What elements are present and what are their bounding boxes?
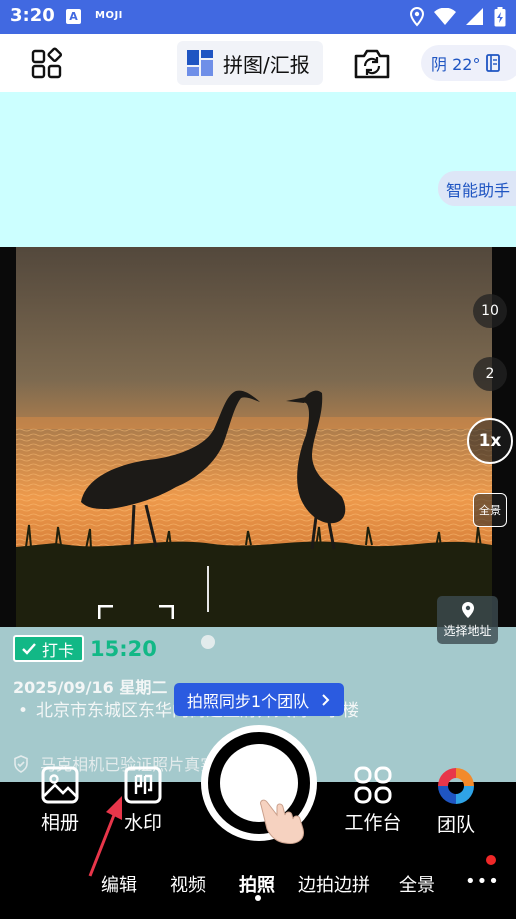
zoom-10x-button[interactable]: 10 xyxy=(473,294,507,328)
zoom-2x-button[interactable]: 2 xyxy=(473,357,507,391)
team-icon xyxy=(438,768,474,804)
team-sync-label: 拍照同步1个团队 xyxy=(186,691,310,711)
more-modes-button[interactable]: ••• xyxy=(465,871,500,892)
camera-screen: 3:20 A MOJI 拼图/汇报 阴 22° 智能助手 10 2 1x 全景 … xyxy=(0,0,516,919)
crane-photo xyxy=(16,247,492,627)
check-icon xyxy=(22,642,36,655)
mode-edit[interactable]: 编辑 xyxy=(101,871,137,897)
collage-report-label: 拼图/汇报 xyxy=(223,52,310,77)
cell-signal-icon xyxy=(466,8,483,25)
active-mode-indicator xyxy=(255,895,261,901)
watermark-checkin[interactable]: 打卡 15:20 xyxy=(13,634,157,663)
chevron-right-icon xyxy=(322,693,330,706)
mode-video[interactable]: 视频 xyxy=(170,871,206,897)
app-a-notification-icon: A xyxy=(66,9,81,24)
watermark-time: 15:20 xyxy=(90,636,157,661)
battery-charging-icon xyxy=(494,7,506,27)
location-pin-icon xyxy=(461,602,474,618)
album-label: 相册 xyxy=(40,812,79,834)
workbench-label: 工作台 xyxy=(344,812,402,834)
collage-icon xyxy=(187,50,213,76)
team-label: 团队 xyxy=(436,814,475,836)
workbench-icon xyxy=(354,766,392,804)
tap-hand-icon xyxy=(260,799,304,844)
collage-report-button[interactable]: 拼图/汇报 xyxy=(177,41,323,85)
camera-viewport[interactable]: 10 2 xyxy=(0,247,516,627)
mode-shoot-and-stitch[interactable]: 边拍边拼 xyxy=(298,871,370,897)
wifi-icon xyxy=(434,8,456,25)
select-location-label: 选择地址 xyxy=(443,624,492,638)
status-time: 3:20 xyxy=(10,5,55,26)
smart-assistant-button[interactable]: 智能助手 xyxy=(438,171,516,206)
notification-dot xyxy=(486,855,496,865)
focus-line xyxy=(207,566,209,612)
zoom-1x-button[interactable]: 1x xyxy=(467,418,513,464)
preview-top-area xyxy=(0,92,516,247)
notebook-icon xyxy=(486,54,501,72)
weather-button[interactable]: 阴 22° xyxy=(421,45,516,81)
exposure-dot xyxy=(201,635,215,649)
switch-camera-icon[interactable] xyxy=(352,47,392,81)
select-location-button[interactable]: 选择地址 xyxy=(437,596,498,644)
zoom-panorama-button[interactable]: 全景 xyxy=(473,493,507,527)
album-icon xyxy=(41,766,79,804)
status-bar: 3:20 A MOJI xyxy=(0,0,516,34)
location-status-icon xyxy=(410,7,424,27)
workbench-button[interactable]: 工作台 xyxy=(338,766,408,838)
watermark-date: 2025/09/16 星期二 xyxy=(13,678,168,697)
moji-notification-icon: MOJI xyxy=(95,10,123,21)
top-toolbar: 拼图/汇报 阴 22° xyxy=(0,34,516,92)
team-button[interactable]: 团队 xyxy=(421,766,491,838)
album-button[interactable]: 相册 xyxy=(25,766,95,838)
status-icons xyxy=(410,7,506,27)
address-bullet: • xyxy=(18,701,29,721)
team-sync-button[interactable]: 拍照同步1个团队 xyxy=(174,683,344,716)
apps-grid-icon[interactable] xyxy=(30,47,64,81)
weather-label: 阴 22° xyxy=(431,55,481,74)
mode-photo[interactable]: 拍照 xyxy=(239,871,275,897)
mode-panorama[interactable]: 全景 xyxy=(399,871,435,897)
checkin-label: 打卡 xyxy=(42,640,75,660)
checkin-tag: 打卡 xyxy=(13,635,85,662)
